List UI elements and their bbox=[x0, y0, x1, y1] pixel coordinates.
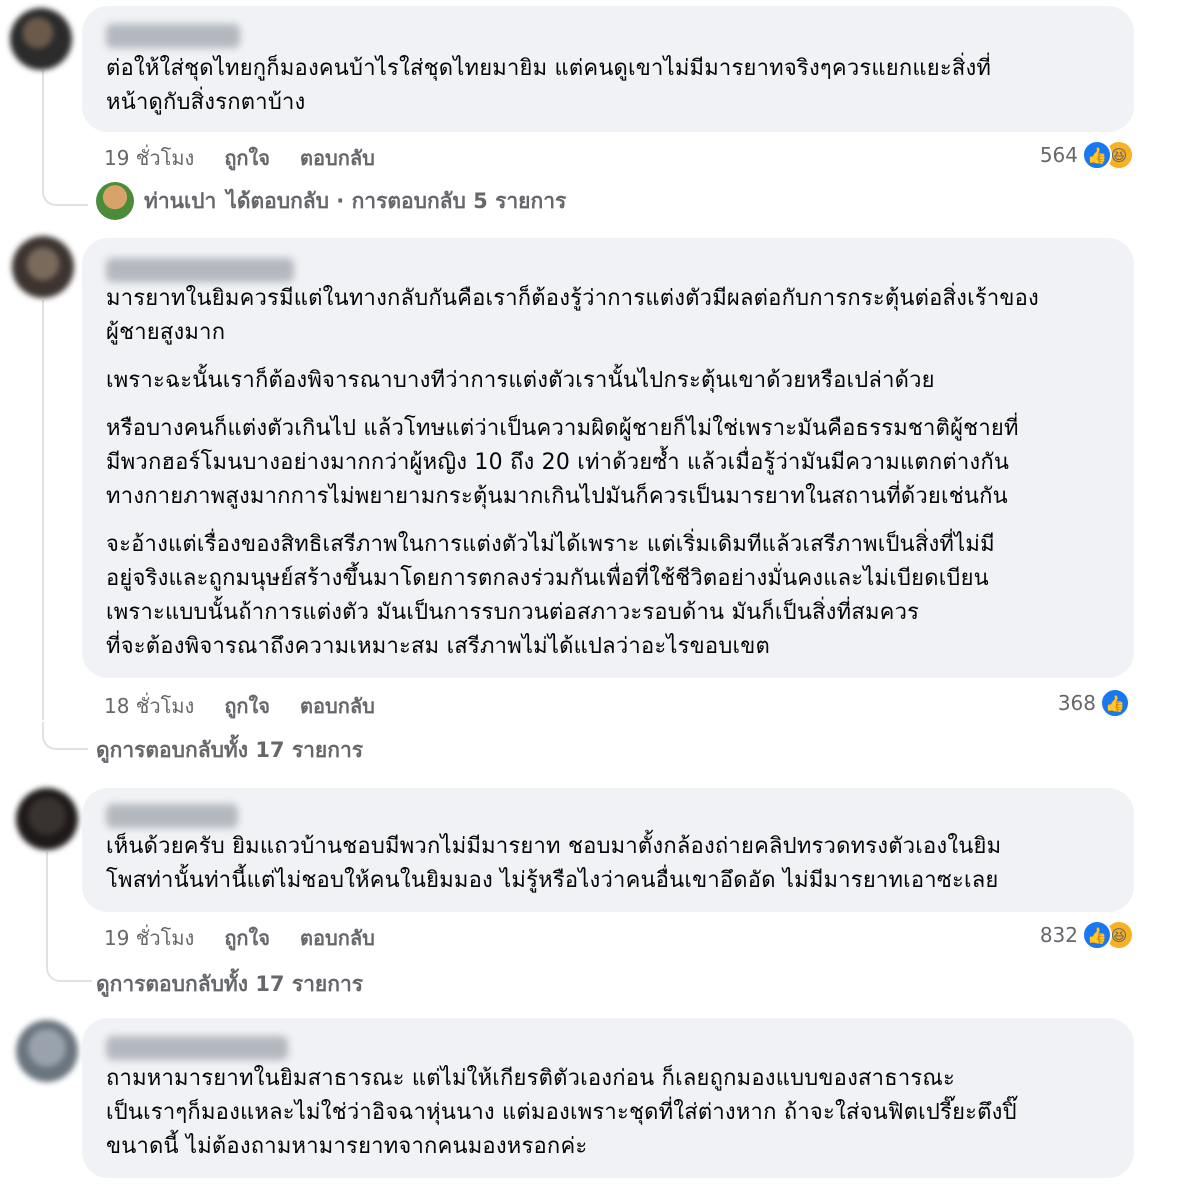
reaction-count: 832 bbox=[1039, 923, 1078, 947]
thread-line bbox=[42, 300, 44, 720]
author-name-redacted[interactable] bbox=[106, 1036, 288, 1060]
thread-connector bbox=[42, 178, 88, 206]
reply-button[interactable]: ตอบกลับ bbox=[300, 922, 375, 954]
comment-line: ต่อให้ใส่ชุดไทยกูก็มองคนบ้าไรใส่ชุดไทยมา… bbox=[106, 56, 992, 81]
reply-button[interactable]: ตอบกลับ bbox=[300, 142, 375, 174]
comment-line: ทางกายภาพสูงมากการไม่พยายามกระตุ้นมากเกิ… bbox=[106, 484, 1008, 509]
like-button[interactable]: ถูกใจ bbox=[224, 922, 270, 954]
comment-bubble: มารยาทในยิมควรมีแต่ในทางกลับกันคือเราก็ต… bbox=[82, 238, 1134, 678]
reaction-summary[interactable]: 832 👍 😆 bbox=[1040, 920, 1134, 950]
reply-button[interactable]: ตอบกลับ bbox=[300, 690, 375, 722]
comment-line: ที่จะต้องพิจารณาถึงความเหมาะสม เสรีภาพไม… bbox=[106, 634, 778, 659]
thread-line bbox=[42, 70, 44, 180]
comment-actions: 19 ชั่วโมง ถูกใจ ตอบกลับ bbox=[104, 142, 375, 174]
like-button[interactable]: ถูกใจ bbox=[224, 142, 270, 174]
comment-text: ต่อให้ใส่ชุดไทยกูก็มองคนบ้าไรใส่ชุดไทยมา… bbox=[106, 52, 1114, 120]
comment-line: มีพวกฮอร์โมนบางอย่างมากกว่าผู้หญิง 10 ถึ… bbox=[106, 450, 1010, 475]
comment-line: เพราะแบบนั้นถ้าการแต่งตัว ￼มันเป็นการรบก… bbox=[106, 600, 920, 625]
thread-line bbox=[46, 852, 48, 954]
comment-bubble: ต่อให้ใส่ชุดไทยกูก็มองคนบ้าไรใส่ชุดไทยมา… bbox=[82, 6, 1134, 132]
comment-actions: 18 ชั่วโมง ถูกใจ ตอบกลับ bbox=[104, 690, 375, 722]
comment-time[interactable]: 19 ชั่วโมง bbox=[104, 922, 194, 954]
comment-time[interactable]: 18 ชั่วโมง bbox=[104, 690, 194, 722]
comment-line: โพสท่านั้นท่านี้แต่ไม่ชอบให้คนในยิมมอง ไ… bbox=[106, 868, 999, 893]
like-button[interactable]: ถูกใจ bbox=[224, 690, 270, 722]
comment-text: ถามหามารยาทในยิมสาธารณะ แต่ไม่ให้เกียรติ… bbox=[106, 1062, 1120, 1164]
reply-summary-text: ได้ตอบกลับ · การตอบกลับ 5 รายการ bbox=[226, 188, 567, 213]
author-name-redacted[interactable] bbox=[106, 258, 294, 282]
reaction-summary[interactable]: 564 👍 😆 bbox=[1040, 140, 1134, 170]
comment-bubble: ถามหามารยาทในยิมสาธารณะ แต่ไม่ให้เกียรติ… bbox=[82, 1018, 1134, 1178]
comment-line: มารยาทในยิมควรมีแต่ในทางกลับกันคือเราก็ต… bbox=[106, 286, 1039, 311]
view-replies-link[interactable]: ดูการตอบกลับทั้ง 17 รายการ bbox=[96, 734, 363, 767]
reaction-count: 368 bbox=[1057, 691, 1096, 715]
comment-line: หน้าดูกับสิ่งรกตาบ้าง bbox=[106, 90, 306, 115]
comment-time[interactable]: 19 ชั่วโมง bbox=[104, 142, 194, 174]
comment-line: อยู่จริงและถูกมนุษย์สร้างขึ้นมาโดยการตกล… bbox=[106, 566, 989, 591]
comment-text: มารยาทในยิมควรมีแต่ในทางกลับกันคือเราก็ต… bbox=[106, 282, 1120, 664]
comment-line: เป็นเราๆก็มองแหละไม่ใช่ว่าอิจฉาหุ่นนาง แ… bbox=[106, 1100, 1017, 1125]
comment-line: ขนาดนี้ ไม่ต้องถามหามารยาทจากคนมองหรอกค่… bbox=[106, 1134, 588, 1159]
comment-paragraph: หรือบางคนก็แต่งตัวเกินไป แล้วโทษแต่ว่าเป… bbox=[106, 412, 1120, 514]
comment-paragraph: เพราะฉะนั้นเราก็ต้องพิจารณาบางทีว่าการแต… bbox=[106, 364, 1120, 398]
comment-actions: 19 ชั่วโมง ถูกใจ ตอบกลับ bbox=[104, 922, 375, 954]
reaction-summary[interactable]: 368 👍 bbox=[1058, 688, 1130, 718]
author-name-redacted[interactable] bbox=[106, 24, 240, 48]
avatar[interactable] bbox=[10, 8, 72, 70]
thread-connector bbox=[42, 722, 88, 750]
reply-author-avatar bbox=[96, 182, 134, 220]
comment-line: จะอ้างแต่เรื่องของสิทธิเสรีภาพในการแต่งต… bbox=[106, 532, 995, 557]
comment-line: ผู้ชายสูงมาก bbox=[106, 320, 226, 345]
author-name-redacted[interactable] bbox=[106, 804, 238, 828]
reply-summary[interactable]: ท่านเปา ได้ตอบกลับ · การตอบกลับ 5 รายการ bbox=[96, 182, 566, 220]
comment-line: ถามหามารยาทในยิมสาธารณะ แต่ไม่ให้เกียรติ… bbox=[106, 1066, 956, 1091]
comment-line: หรือบางคนก็แต่งตัวเกินไป แล้วโทษแต่ว่าเป… bbox=[106, 416, 1019, 441]
avatar[interactable] bbox=[12, 236, 74, 298]
avatar[interactable] bbox=[16, 1020, 78, 1082]
comment-line: เพราะฉะนั้นเราก็ต้องพิจารณาบางทีว่าการแต… bbox=[106, 368, 935, 393]
comment-paragraph: จะอ้างแต่เรื่องของสิทธิเสรีภาพในการแต่งต… bbox=[106, 528, 1120, 664]
like-icon: 👍 bbox=[1100, 688, 1130, 718]
like-icon: 👍 bbox=[1082, 140, 1112, 170]
comment-paragraph: มารยาทในยิมควรมีแต่ในทางกลับกันคือเราก็ต… bbox=[106, 282, 1120, 350]
thread-connector bbox=[46, 954, 92, 982]
comment-line: เห็นด้วยครับ ยิมแถวบ้านชอบมีพวกไม่มีมารย… bbox=[106, 834, 1002, 859]
like-icon: 👍 bbox=[1082, 920, 1112, 950]
comment-text: เห็นด้วยครับ ยิมแถวบ้านชอบมีพวกไม่มีมารย… bbox=[106, 830, 1120, 898]
reaction-count: 564 bbox=[1039, 143, 1078, 167]
view-replies-link[interactable]: ดูการตอบกลับทั้ง 17 รายการ bbox=[96, 968, 363, 1001]
reply-author-name: ท่านเปา bbox=[144, 188, 217, 213]
comment-bubble: เห็นด้วยครับ ยิมแถวบ้านชอบมีพวกไม่มีมารย… bbox=[82, 788, 1134, 912]
avatar[interactable] bbox=[16, 788, 78, 850]
